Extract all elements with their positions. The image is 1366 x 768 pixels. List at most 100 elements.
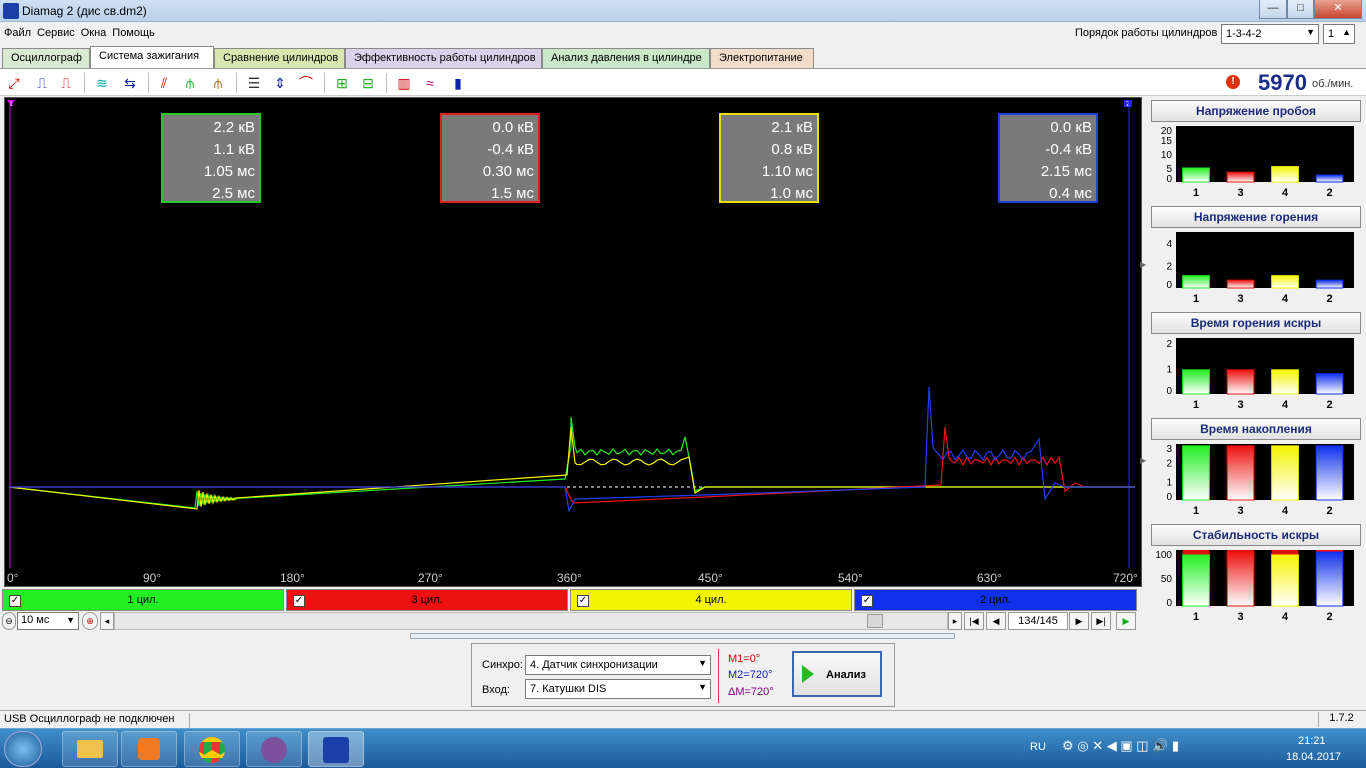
cyl4-info-line: 0.8 кВ [771, 141, 813, 158]
cylinder-3-toggle[interactable]: ✓ 3 цил. [286, 589, 568, 611]
toolbar-separator [148, 73, 149, 93]
scrollbar-thumb[interactable] [867, 614, 883, 628]
histogram-icon[interactable]: ▥ [394, 73, 414, 93]
panel-splitter[interactable] [410, 633, 955, 639]
bar-chart-icon[interactable]: ▮ [448, 73, 468, 93]
navigation-bar: ⊖ 10 мс ▼ ⊕ ◂ ▸ |◀ ◀ 134/145 ▶ ▶| ▶ [0, 612, 1140, 630]
panel-title[interactable]: Стабильность искры [1151, 524, 1361, 546]
panel-ytick: 100 [1155, 550, 1172, 561]
firing-order-select[interactable]: 1-3-4-2 ▼ [1221, 24, 1319, 44]
tab-oscilloscope[interactable]: Осциллограф [2, 48, 90, 68]
falling-edge-icon[interactable]: ⎍ [56, 73, 76, 93]
x-tick-label: 180° [280, 571, 305, 585]
menu-windows[interactable]: Окна [77, 24, 109, 39]
menu-file[interactable]: Файл [0, 24, 33, 39]
cylinder-split-icon[interactable]: ⫽ [154, 73, 174, 93]
panel-bar [1315, 279, 1344, 289]
panel-bar [1226, 445, 1255, 501]
spin-icon: ▲ [1342, 27, 1351, 37]
last-frame-icon[interactable]: ▶| [1091, 612, 1111, 630]
tab-power-supply[interactable]: Электропитание [710, 48, 814, 68]
panel-bar [1315, 445, 1344, 501]
close-button[interactable]: ✕ [1314, 0, 1362, 19]
viber-icon[interactable] [246, 731, 302, 767]
panel-title[interactable]: Напряжение пробоя [1151, 100, 1361, 122]
menu-service[interactable]: Сервис [33, 24, 77, 39]
next-frame-icon[interactable]: ▶ [1069, 612, 1089, 630]
input-select[interactable]: 7. Катушки DIS ▼ [525, 679, 711, 699]
language-indicator[interactable]: RU [1030, 741, 1046, 753]
firing-order-number[interactable]: 1 ▲ [1323, 24, 1355, 44]
panel-bar [1182, 553, 1210, 607]
diamag-icon[interactable] [308, 731, 364, 767]
media-player-icon[interactable] [121, 731, 177, 767]
scroll-left-icon[interactable]: ◂ [100, 612, 114, 630]
panel-title[interactable]: Напряжение горения [1151, 206, 1361, 228]
cylinder-label: 4 цил. [695, 594, 727, 606]
scroll-right-icon[interactable]: ▸ [948, 612, 962, 630]
tab-ignition-system[interactable]: Система зажигания [90, 46, 214, 68]
zoom-in-icon[interactable]: ⊕ [82, 612, 98, 630]
checkbox[interactable]: ✓ [861, 595, 873, 607]
marker-m2-readout: M2=720° [728, 669, 773, 681]
clock-time[interactable]: 21:21 [1298, 735, 1326, 747]
sync-select[interactable]: 4. Датчик синхронизации ▼ [525, 655, 711, 675]
panel-ytick: 1 [1166, 477, 1172, 488]
panel-title[interactable]: Время накопления [1151, 418, 1361, 440]
panel-bar-instability [1316, 550, 1343, 552]
panel-xlabel: 2 [1326, 505, 1332, 517]
minimize-button[interactable]: — [1259, 0, 1287, 19]
checkbox[interactable]: ✓ [9, 595, 21, 607]
lines-icon[interactable]: ☰ [244, 73, 264, 93]
tab-cylinder-efficiency[interactable]: Эффективность работы цилиндров [345, 48, 542, 68]
system-tray-icons[interactable]: ⚙ ◎ ✕ ◀ ▣ ◫ 🔊 ▮ [1062, 738, 1179, 754]
waves-icon[interactable]: ≈ [420, 73, 440, 93]
panel-ytick: 2 [1166, 459, 1172, 470]
arc-icon[interactable]: ⌒ [296, 73, 316, 93]
cursor-tool-icon[interactable]: ⤢ [4, 73, 24, 93]
start-button-icon[interactable] [4, 731, 42, 767]
panel-bar [1182, 167, 1210, 183]
panel-ytick: 0 [1166, 598, 1172, 609]
counter-icon[interactable]: ⇆ [120, 73, 140, 93]
overlay-icon[interactable]: ⫛ [180, 73, 200, 93]
time-scrollbar[interactable] [114, 612, 948, 630]
tab-cylinder-pressure[interactable]: Анализ давления в цилиндре [542, 48, 710, 68]
rising-edge-icon[interactable]: ⎍ [32, 73, 52, 93]
time-base-select[interactable]: 10 мс ▼ [17, 612, 79, 630]
chevron-down-icon: ▼ [698, 658, 707, 668]
measure-auto-icon[interactable]: ⊟ [358, 73, 378, 93]
clock-date[interactable]: 18.04.2017 [1286, 751, 1341, 763]
measure-icon[interactable]: ⊞ [332, 73, 352, 93]
panel-bar-instability [1227, 550, 1254, 552]
cyl2-info-box: 0.0 кВ -0.4 кВ 2.15 мс 0.4 мс [998, 113, 1098, 203]
panel-ytick: 0 [1166, 386, 1172, 397]
toolbar-separator [324, 73, 325, 93]
play-icon[interactable]: ▶ [1116, 612, 1136, 630]
panel-title[interactable]: Время горения искры [1151, 312, 1361, 334]
menu-help[interactable]: Помощь [108, 24, 157, 39]
tab-cylinder-compare[interactable]: Сравнение цилиндров [214, 48, 345, 68]
cylinder-1-toggle[interactable]: ✓ 1 цил. [2, 589, 284, 611]
first-frame-icon[interactable]: |◀ [964, 612, 984, 630]
toolbar-separator [84, 73, 85, 93]
checkbox[interactable]: ✓ [293, 595, 305, 607]
oscilloscope-view[interactable]: 1 2 2.2 кВ 1.1 кВ 1.05 мс 2.5 мс 0.0 кВ … [4, 97, 1142, 587]
signal-icon[interactable]: ≋ [92, 73, 112, 93]
x-tick-label: 720° [1113, 571, 1138, 585]
zoom-out-icon[interactable]: ⊖ [2, 612, 16, 630]
scale-icon[interactable]: ⇕ [270, 73, 290, 93]
checkbox[interactable]: ✓ [577, 595, 589, 607]
chrome-icon[interactable] [184, 731, 240, 767]
maximize-button[interactable]: □ [1287, 0, 1314, 19]
file-explorer-icon[interactable] [62, 731, 118, 767]
analysis-button[interactable]: Анализ [792, 651, 882, 697]
panel-xlabel: 3 [1237, 611, 1243, 623]
cylinder-4-toggle[interactable]: ✓ 4 цил. [570, 589, 852, 611]
waveform-traces [8, 386, 1135, 513]
cylinder-2-toggle[interactable]: ✓ 2 цил. [854, 589, 1137, 611]
parade-icon[interactable]: ⫛ [208, 73, 228, 93]
warning-icon[interactable]: ! [1226, 75, 1240, 89]
cyl2-info-line: 0.4 мс [1049, 185, 1092, 202]
prev-frame-icon[interactable]: ◀ [986, 612, 1006, 630]
